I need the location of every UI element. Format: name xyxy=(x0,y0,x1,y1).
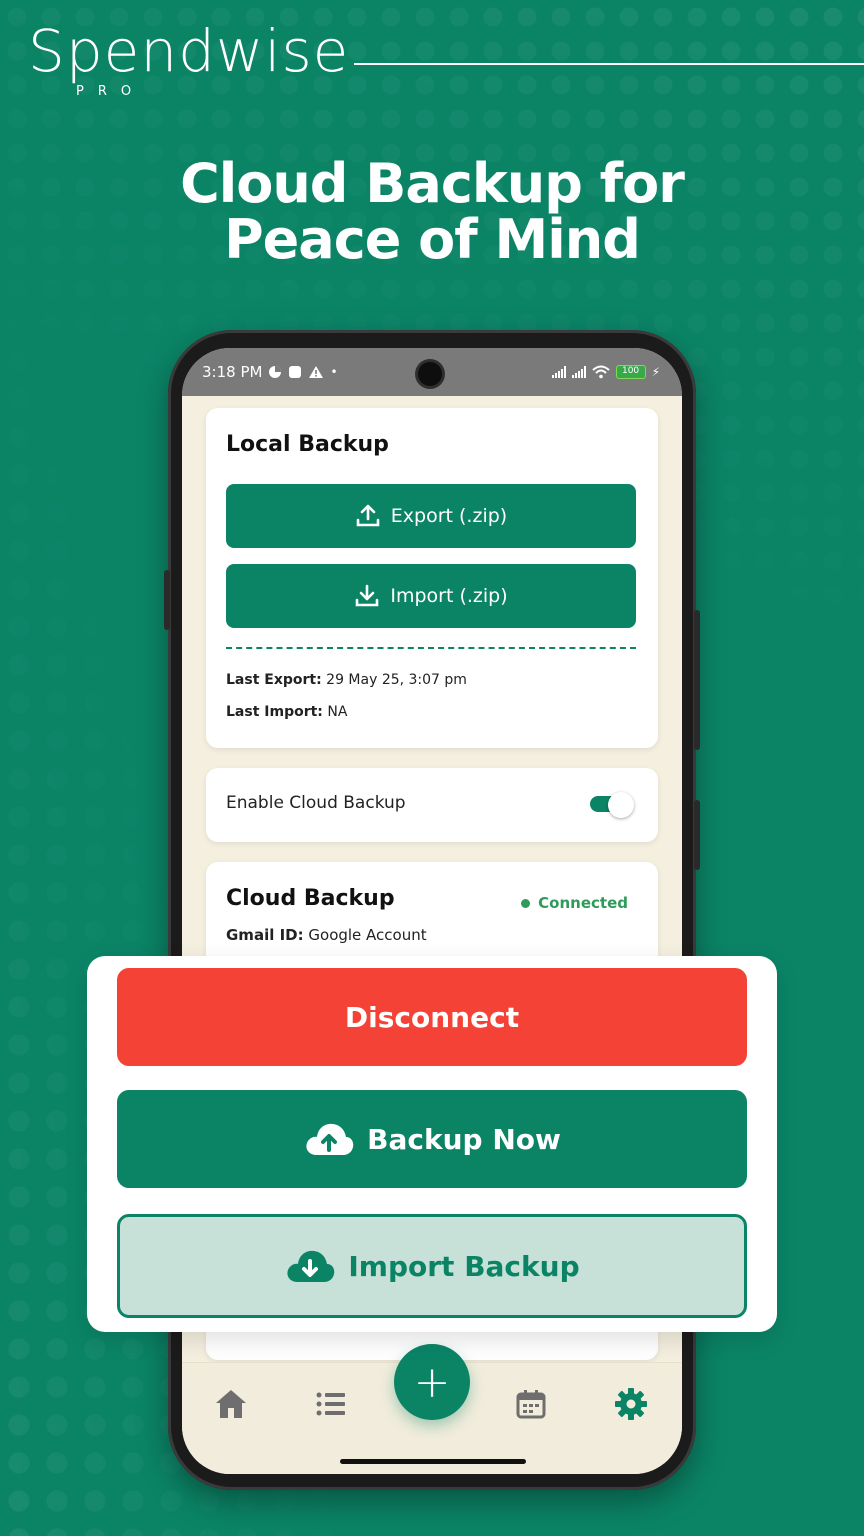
cloud-backup-toggle[interactable] xyxy=(590,792,634,818)
cloud-backup-title: Cloud Backup xyxy=(226,886,395,911)
phone-volume-button xyxy=(694,610,700,750)
backup-now-button[interactable]: Backup Now xyxy=(117,1090,747,1188)
front-camera xyxy=(418,362,442,386)
brand-subtitle: PRO xyxy=(76,84,146,99)
phone-power-button xyxy=(694,800,700,870)
settings-icon[interactable] xyxy=(612,1385,650,1423)
export-button[interactable]: Export (.zip) xyxy=(226,484,636,548)
calendar-icon[interactable] xyxy=(512,1385,550,1423)
phone-side-button xyxy=(164,570,170,630)
cloud-download-icon xyxy=(287,1250,335,1282)
brand-name: Spendwise xyxy=(28,17,350,85)
gmail-label: Gmail ID: xyxy=(226,926,304,944)
battery-icon: 100 xyxy=(615,365,646,379)
download-icon xyxy=(356,584,379,607)
charging-icon: ⚡ xyxy=(651,365,660,379)
cloud-actions-panel: Disconnect Backup Now Import Backup xyxy=(87,956,777,1332)
gmail-row: Gmail ID: Google Account xyxy=(226,926,427,944)
headline: Cloud Backup for Peace of Mind xyxy=(0,156,864,268)
export-label: Export (.zip) xyxy=(390,505,508,527)
import-zip-button[interactable]: Import (.zip) xyxy=(226,564,636,628)
signal-icon-2 xyxy=(571,366,586,378)
data-saver-icon xyxy=(269,366,282,378)
divider xyxy=(226,647,636,649)
local-backup-card: Local Backup Export (.zip) Import (.zip)… xyxy=(206,408,658,748)
headline-line-1: Cloud Backup for xyxy=(180,152,685,215)
status-text: Connected xyxy=(538,894,628,912)
home-icon[interactable] xyxy=(212,1385,250,1423)
backup-now-label: Backup Now xyxy=(367,1122,561,1156)
last-export-row: Last Export: 29 May 25, 3:07 pm xyxy=(226,672,467,688)
home-indicator xyxy=(340,1459,526,1464)
status-time: 3:18 PM xyxy=(202,363,263,381)
brand-logo: Spendwise PRO xyxy=(28,17,350,99)
list-icon[interactable] xyxy=(312,1385,350,1423)
last-import-value: NA xyxy=(327,704,348,720)
headline-line-2: Peace of Mind xyxy=(224,208,641,271)
status-dot xyxy=(521,898,531,908)
warning-icon xyxy=(309,366,324,378)
wifi-icon xyxy=(591,365,610,379)
add-icon: + xyxy=(413,1356,451,1408)
upload-icon xyxy=(356,504,380,527)
disconnect-button[interactable]: Disconnect xyxy=(117,968,747,1066)
last-export-label: Last Export: xyxy=(226,672,322,688)
add-button[interactable]: + xyxy=(394,1344,470,1420)
cloud-upload-icon xyxy=(306,1123,354,1155)
status-badge: Connected xyxy=(521,894,628,912)
brand-divider xyxy=(354,63,864,65)
last-import-row: Last Import: NA xyxy=(226,704,347,720)
notification-app-icon xyxy=(289,366,302,378)
last-export-value: 29 May 25, 3:07 pm xyxy=(326,672,467,688)
toggle-knob xyxy=(608,792,634,818)
last-import-label: Last Import: xyxy=(226,704,323,720)
import-backup-button[interactable]: Import Backup xyxy=(117,1214,747,1318)
more-dot-icon: • xyxy=(330,365,338,379)
gmail-value: Google Account xyxy=(308,926,427,944)
import-backup-label: Import Backup xyxy=(348,1249,580,1283)
disconnect-label: Disconnect xyxy=(344,1000,520,1034)
import-zip-label: Import (.zip) xyxy=(390,585,508,607)
cloud-toggle-label: Enable Cloud Backup xyxy=(226,793,406,813)
local-backup-title: Local Backup xyxy=(226,432,389,457)
signal-icon xyxy=(551,366,566,378)
cloud-toggle-card: Enable Cloud Backup xyxy=(206,768,658,842)
